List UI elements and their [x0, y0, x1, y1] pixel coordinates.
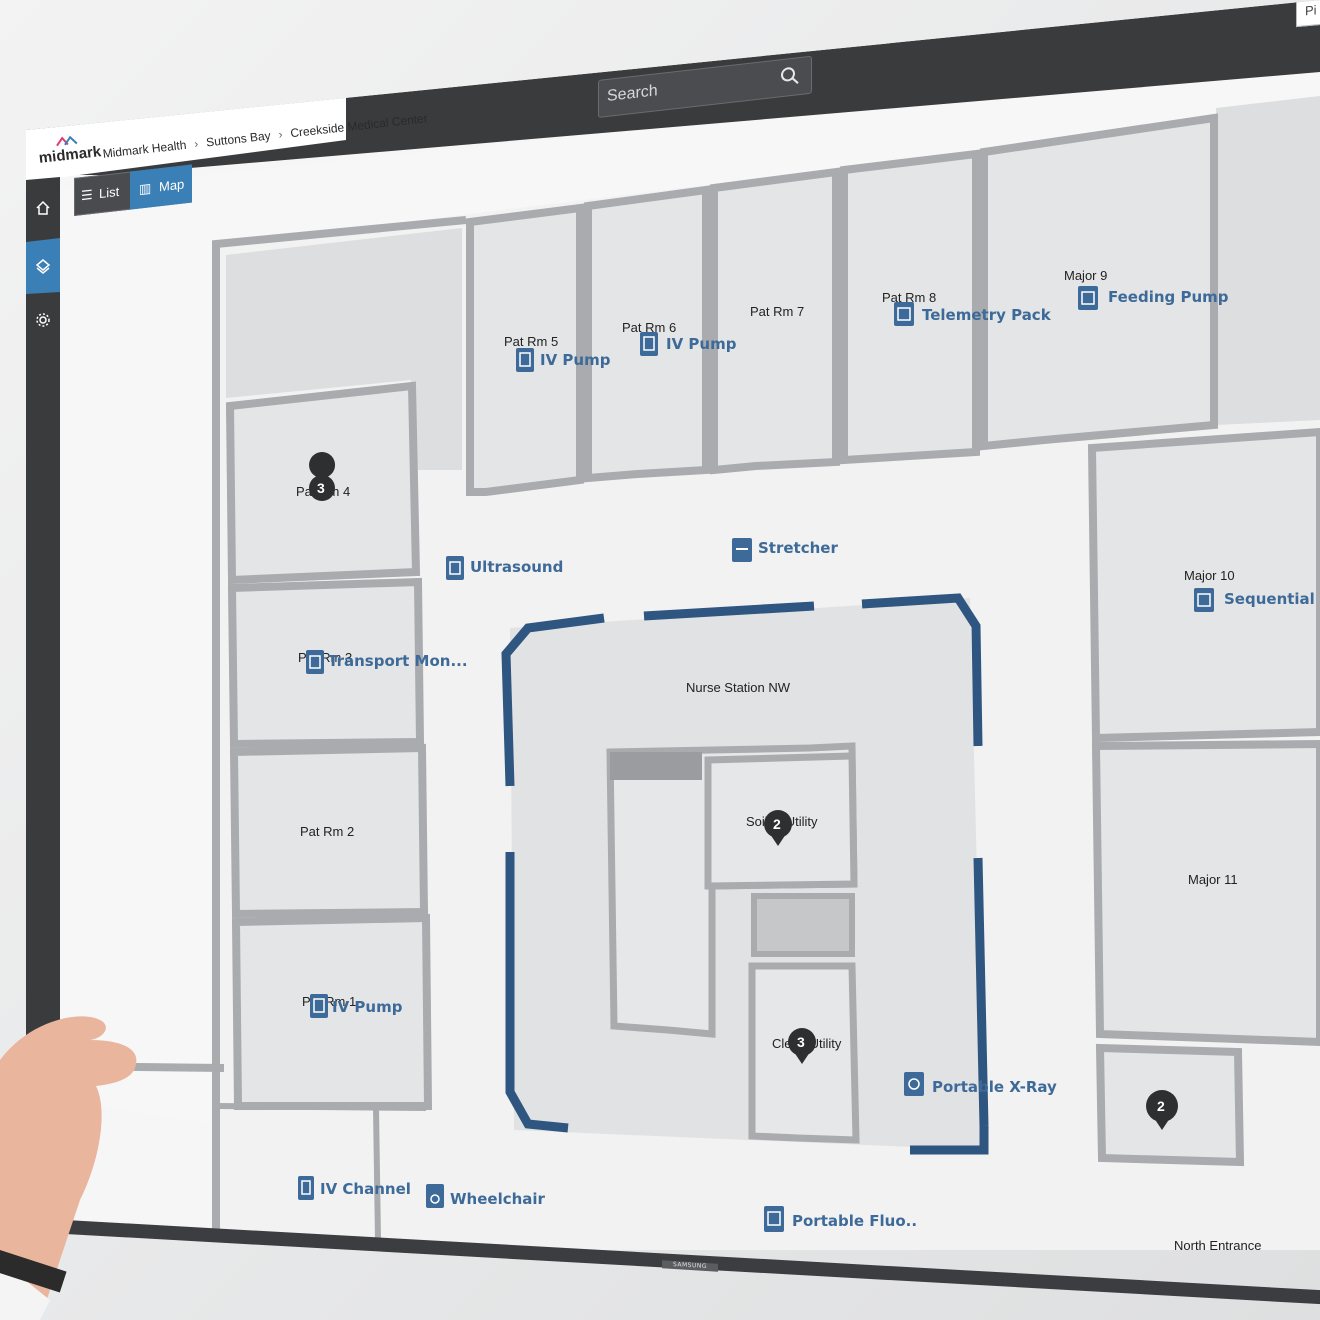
svg-text:IV Pump: IV Pump	[332, 998, 403, 1016]
home-icon[interactable]	[35, 200, 51, 216]
svg-text:Ultrasound: Ultrasound	[470, 558, 563, 576]
chevron-right-icon: ›	[277, 127, 284, 142]
storage-block	[751, 893, 855, 957]
monitor: Pat Rm 5 Pat Rm 6 Pat Rm 7 Pat Rm 8 Majo…	[0, 0, 1320, 1320]
svg-text:Stretcher: Stretcher	[758, 539, 838, 557]
map-icon: ▥	[139, 180, 152, 197]
search-placeholder: Search	[607, 82, 658, 105]
list-label: List	[99, 183, 120, 202]
svg-text:2: 2	[773, 816, 781, 832]
asset-marker-iv-pump[interactable]: IV Pump	[310, 994, 403, 1018]
room-label: North Entrance	[1174, 1238, 1261, 1250]
svg-text:3: 3	[797, 1034, 805, 1050]
top-right-button[interactable]: Pi	[1296, 0, 1320, 28]
map-label: Map	[159, 176, 185, 195]
room-label: Pat Rm 5	[504, 334, 558, 349]
list-icon: ☰	[81, 186, 93, 204]
list-view-button[interactable]: ☰ List	[74, 171, 132, 216]
room-label: Nurse Station NW	[686, 680, 791, 695]
svg-text:Portable X-Ray: Portable X-Ray	[932, 1078, 1057, 1096]
layers-icon[interactable]	[35, 258, 51, 274]
svg-text:IV Pump: IV Pump	[666, 335, 737, 353]
svg-text:Feeding Pump: Feeding Pump	[1108, 288, 1229, 306]
svg-text:Wheelchair: Wheelchair	[450, 1190, 546, 1208]
chevron-right-icon: ›	[193, 136, 199, 151]
room-label: Major 11	[1188, 872, 1238, 887]
svg-text:Portable Fluo..: Portable Fluo..	[792, 1212, 917, 1230]
asset-marker-iv-pump[interactable]: IV Pump	[640, 332, 737, 356]
room-label: Major 10	[1184, 568, 1235, 583]
room-label: Pat Rm 2	[300, 824, 354, 839]
gear-icon[interactable]	[35, 312, 51, 328]
svg-text:Sequential C: Sequential C	[1224, 590, 1320, 608]
svg-text:Transport Mon...: Transport Mon...	[328, 652, 468, 670]
map-view-button[interactable]: ▥ Map	[130, 164, 192, 210]
search-icon[interactable]	[779, 64, 801, 89]
svg-text:2: 2	[1157, 1098, 1165, 1114]
room-label: Major 9	[1064, 268, 1107, 283]
asset-marker-iv-pump[interactable]: IV Pump	[516, 348, 611, 372]
svg-text:3: 3	[317, 480, 325, 496]
top-right-button-label: Pi	[1305, 2, 1317, 19]
floor-plan-map[interactable]: Pat Rm 5 Pat Rm 6 Pat Rm 7 Pat Rm 8 Majo…	[26, 0, 1320, 1250]
svg-text:IV Channel: IV Channel	[320, 1180, 411, 1198]
storage-block	[610, 752, 702, 780]
room-label: Pat Rm 7	[750, 304, 804, 319]
svg-text:IV Pump: IV Pump	[540, 351, 611, 369]
hand-photo-overlay	[0, 1016, 137, 1320]
screen: Pat Rm 5 Pat Rm 6 Pat Rm 7 Pat Rm 8 Majo…	[26, 0, 1320, 1250]
svg-text:Telemetry Pack: Telemetry Pack	[922, 306, 1052, 324]
